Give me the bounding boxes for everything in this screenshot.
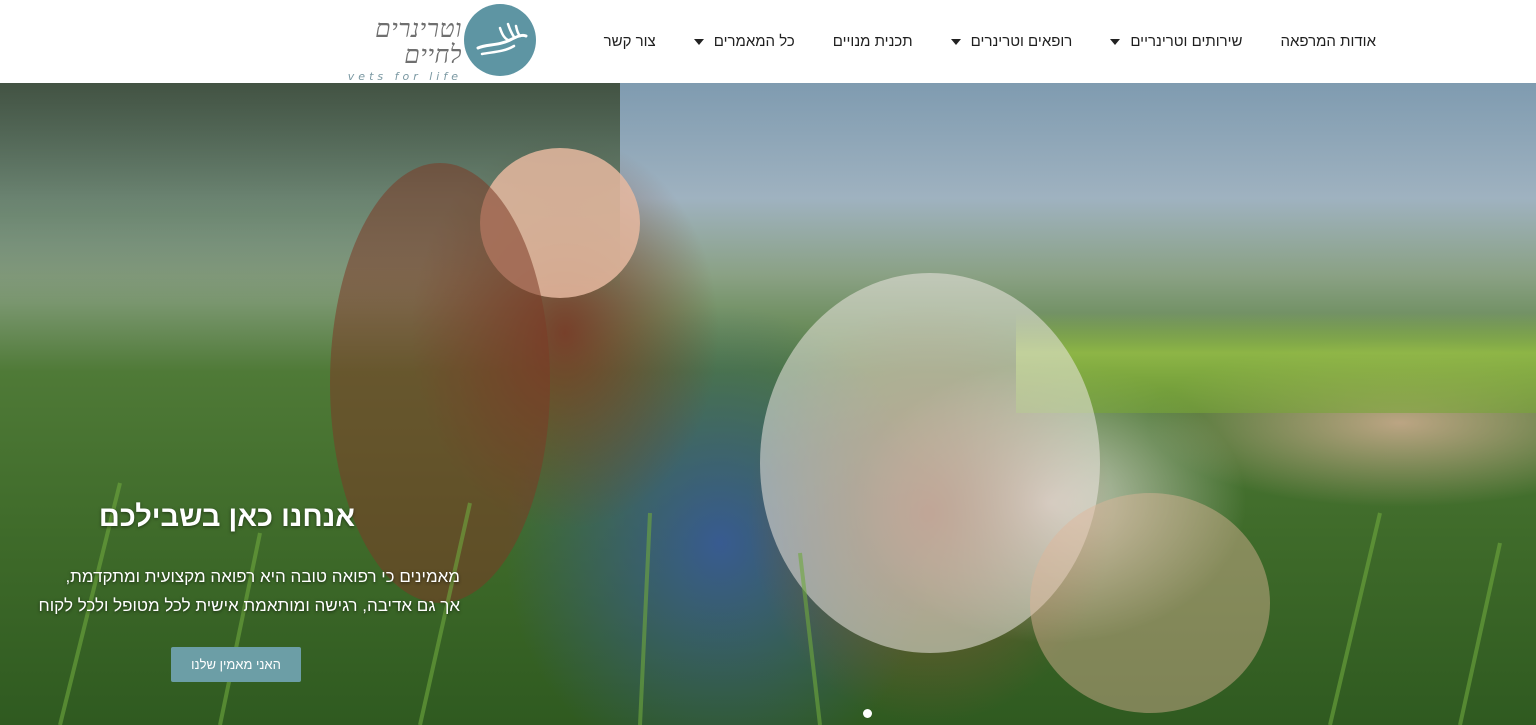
nav-item-label: צור קשר: [603, 33, 656, 50]
nav-item-articles[interactable]: כל המאמרים: [693, 33, 795, 50]
hero-description: מאמינים כי רפואה טובה היא רפואה מקצועית …: [0, 562, 461, 620]
hero-slider: אנחנו כאן בשבילכם מאמינים כי רפואה טובה …: [0, 83, 1536, 725]
caret-down-icon: [950, 38, 961, 45]
logo-english: vets for life: [347, 70, 462, 83]
logo-hebrew: וטרינרים לחיים: [375, 14, 462, 69]
our-credo-button[interactable]: האני מאמין שלנו: [171, 647, 301, 682]
caret-down-icon: [1110, 38, 1121, 45]
nav-item-subscription[interactable]: תכנית מנויים: [833, 33, 913, 50]
nav-item-about[interactable]: אודות המרפאה: [1280, 33, 1376, 50]
nav-item-veterinarians[interactable]: רופאים וטרינרים: [950, 33, 1073, 50]
logo[interactable]: וטרינרים לחיים vets for life: [312, 4, 538, 83]
hand-paw-logo-icon: [464, 4, 536, 76]
nav-item-contact[interactable]: צור קשר: [604, 33, 656, 50]
site-header: וטרינרים לחיים vets for life אודות המרפא…: [0, 0, 1536, 83]
hero-title: אנחנו כאן בשבילכם: [98, 501, 355, 533]
hero-text-line: אך גם אדיבה, רגישה ומותאמת אישית לכל מטו…: [38, 596, 461, 615]
main-nav: אודות המרפאה שירותים וטרינריים רופאים וט…: [604, 0, 1376, 83]
logo-text: וטרינרים לחיים vets for life: [312, 14, 462, 84]
nav-item-label: כל המאמרים: [713, 33, 795, 50]
hero-text-line: מאמינים כי רפואה טובה היא רפואה מקצועית …: [65, 567, 460, 586]
hero-content: אנחנו כאן בשבילכם מאמינים כי רפואה טובה …: [0, 83, 470, 725]
nav-item-label: אודות המרפאה: [1280, 33, 1376, 50]
nav-item-label: רופאים וטרינרים: [970, 33, 1073, 50]
caret-down-icon: [693, 38, 704, 45]
nav-item-vet-services[interactable]: שירותים וטרינריים: [1110, 33, 1242, 50]
slider-dot-active[interactable]: [863, 709, 872, 718]
nav-item-label: שירותים וטרינריים: [1130, 33, 1243, 50]
nav-item-label: תכנית מנויים: [832, 33, 913, 50]
